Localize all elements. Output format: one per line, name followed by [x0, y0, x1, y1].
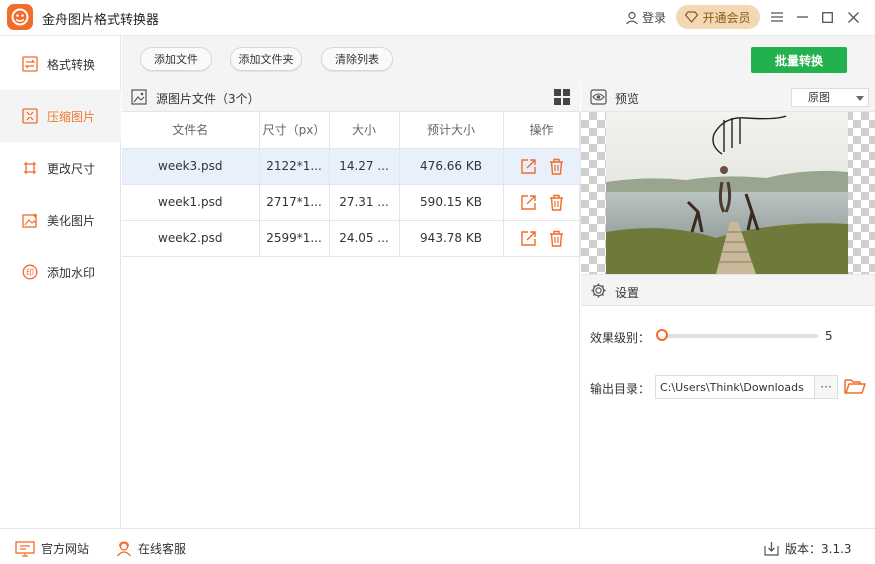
version-info[interactable]: 版本：3.1.3 — [764, 540, 852, 557]
app-title: 金舟图片格式转换器 — [42, 13, 160, 28]
login-button[interactable]: 登录 — [625, 9, 666, 26]
sidebar-item-label: 添加水印 — [47, 265, 96, 280]
table-row[interactable]: week3.psd 2122*1... 14.27 ... 476.66 KB — [122, 148, 581, 185]
title-bar: 金舟图片格式转换器 登录 开通会员 — [0, 0, 875, 36]
watermark-icon: 印 — [22, 264, 38, 280]
sidebar-item-watermark[interactable]: 印 添加水印 — [0, 246, 121, 298]
file-name: week2.psd — [122, 220, 260, 257]
file-panel-title: 源图片文件（3个） — [156, 92, 260, 106]
user-icon — [626, 11, 638, 24]
file-table: 文件名 尺寸（px） 大小 预计大小 操作 week3.psd 2122*1..… — [122, 112, 581, 257]
grid-view-icon[interactable] — [554, 89, 570, 105]
version-label: 版本：3.1.3 — [785, 542, 852, 556]
online-support-label: 在线客服 — [138, 542, 187, 556]
close-icon[interactable] — [844, 8, 862, 26]
row-actions — [503, 148, 581, 185]
vip-button[interactable]: 开通会员 — [676, 5, 760, 29]
sidebar-item-resize[interactable]: 更改尺寸 — [0, 142, 121, 194]
file-panel-header: 源图片文件（3个） — [122, 82, 580, 112]
file-size: 14.27 ... — [329, 148, 400, 185]
preview-header: 预览 原图 — [581, 82, 875, 112]
output-dir-label: 输出目录： — [590, 382, 651, 396]
support-agent-icon — [116, 540, 132, 556]
menu-icon[interactable] — [768, 8, 786, 26]
effect-level-slider[interactable] — [658, 334, 818, 338]
output-dir-input[interactable] — [655, 375, 815, 399]
file-size: 24.05 ... — [329, 220, 400, 257]
resize-icon — [24, 162, 36, 174]
add-folder-button[interactable]: 添加文件夹 — [230, 47, 302, 71]
settings-header: 设置 — [581, 274, 875, 306]
open-folder-icon[interactable] — [844, 376, 866, 396]
column-header-dimensions: 尺寸（px） — [259, 112, 330, 149]
effect-level-label: 效果级别： — [590, 331, 651, 345]
sidebar-item-label: 美化图片 — [47, 213, 96, 228]
trash-icon[interactable] — [549, 230, 564, 247]
row-actions — [503, 220, 581, 257]
file-name: week1.psd — [122, 184, 260, 221]
file-estimated-size: 476.66 KB — [399, 148, 504, 185]
vip-label: 开通会员 — [702, 10, 751, 25]
batch-convert-button[interactable]: 批量转换 — [751, 47, 847, 73]
monitor-icon — [15, 540, 35, 557]
open-external-icon[interactable] — [520, 194, 537, 211]
status-bar: 官方网站 在线客服 版本：3.1.3 — [0, 528, 875, 564]
compress-image-icon — [22, 108, 38, 124]
online-support-link[interactable]: 在线客服 — [116, 540, 186, 557]
table-row[interactable]: week2.psd 2599*1... 24.05 ... 943.78 KB — [122, 220, 581, 257]
open-external-icon[interactable] — [520, 230, 537, 247]
table-header-row: 文件名 尺寸（px） 大小 预计大小 操作 — [122, 112, 581, 149]
effect-level-value: 5 — [825, 329, 833, 343]
sidebar: 格式转换 压缩图片 更改尺寸 美化图片 印 添加水印 — [0, 36, 121, 528]
column-header-name: 文件名 — [122, 112, 260, 149]
minimize-icon[interactable] — [793, 8, 811, 26]
sidebar-item-compress-image[interactable]: 压缩图片 — [0, 90, 121, 142]
column-header-actions: 操作 — [503, 112, 581, 149]
trash-icon[interactable] — [549, 194, 564, 211]
file-panel: 源图片文件（3个） 文件名 尺寸（px） 大小 预计大小 操作 week3.ps… — [122, 82, 581, 528]
gear-icon — [591, 283, 606, 298]
column-header-estimated-size: 预计大小 — [399, 112, 504, 149]
preview-mode-select[interactable]: 原图 — [791, 88, 869, 107]
file-estimated-size: 590.15 KB — [399, 184, 504, 221]
trash-icon[interactable] — [549, 158, 564, 175]
sidebar-item-label: 压缩图片 — [47, 109, 96, 124]
table-row[interactable]: week1.psd 2717*1... 27.31 ... 590.15 KB — [122, 184, 581, 221]
official-website-label: 官方网站 — [41, 542, 90, 556]
clear-list-button[interactable]: 清除列表 — [321, 47, 393, 71]
sidebar-item-label: 更改尺寸 — [47, 161, 96, 176]
format-convert-icon — [22, 56, 38, 72]
chevron-down-icon — [856, 96, 864, 101]
browse-more-button[interactable]: ··· — [814, 375, 838, 399]
file-dimensions: 2717*1... — [259, 184, 330, 221]
svg-text:印: 印 — [26, 268, 34, 277]
download-icon — [764, 542, 779, 556]
file-dimensions: 2599*1... — [259, 220, 330, 257]
add-file-button[interactable]: 添加文件 — [140, 47, 212, 71]
file-size: 27.31 ... — [329, 184, 400, 221]
app-logo-icon — [7, 4, 33, 30]
diamond-icon — [685, 11, 699, 23]
image-icon — [131, 89, 147, 105]
eye-icon — [590, 89, 607, 105]
row-actions — [503, 184, 581, 221]
file-dimensions: 2122*1... — [259, 148, 330, 185]
effect-level-slider-handle[interactable] — [656, 329, 668, 341]
official-website-link[interactable]: 官方网站 — [15, 540, 89, 557]
settings-label: 设置 — [615, 286, 640, 300]
sidebar-item-label: 格式转换 — [47, 57, 96, 72]
sidebar-item-beautify[interactable]: 美化图片 — [0, 194, 121, 246]
column-header-size: 大小 — [329, 112, 400, 149]
preview-image — [581, 112, 875, 274]
preview-photo — [606, 112, 848, 274]
beautify-icon — [22, 213, 38, 228]
maximize-icon[interactable] — [818, 8, 836, 26]
login-label: 登录 — [642, 11, 667, 25]
preview-label: 预览 — [615, 92, 640, 106]
preview-mode-value: 原图 — [808, 91, 830, 104]
sidebar-item-format-convert[interactable]: 格式转换 — [0, 38, 121, 90]
file-name: week3.psd — [122, 148, 260, 185]
file-estimated-size: 943.78 KB — [399, 220, 504, 257]
open-external-icon[interactable] — [520, 158, 537, 175]
